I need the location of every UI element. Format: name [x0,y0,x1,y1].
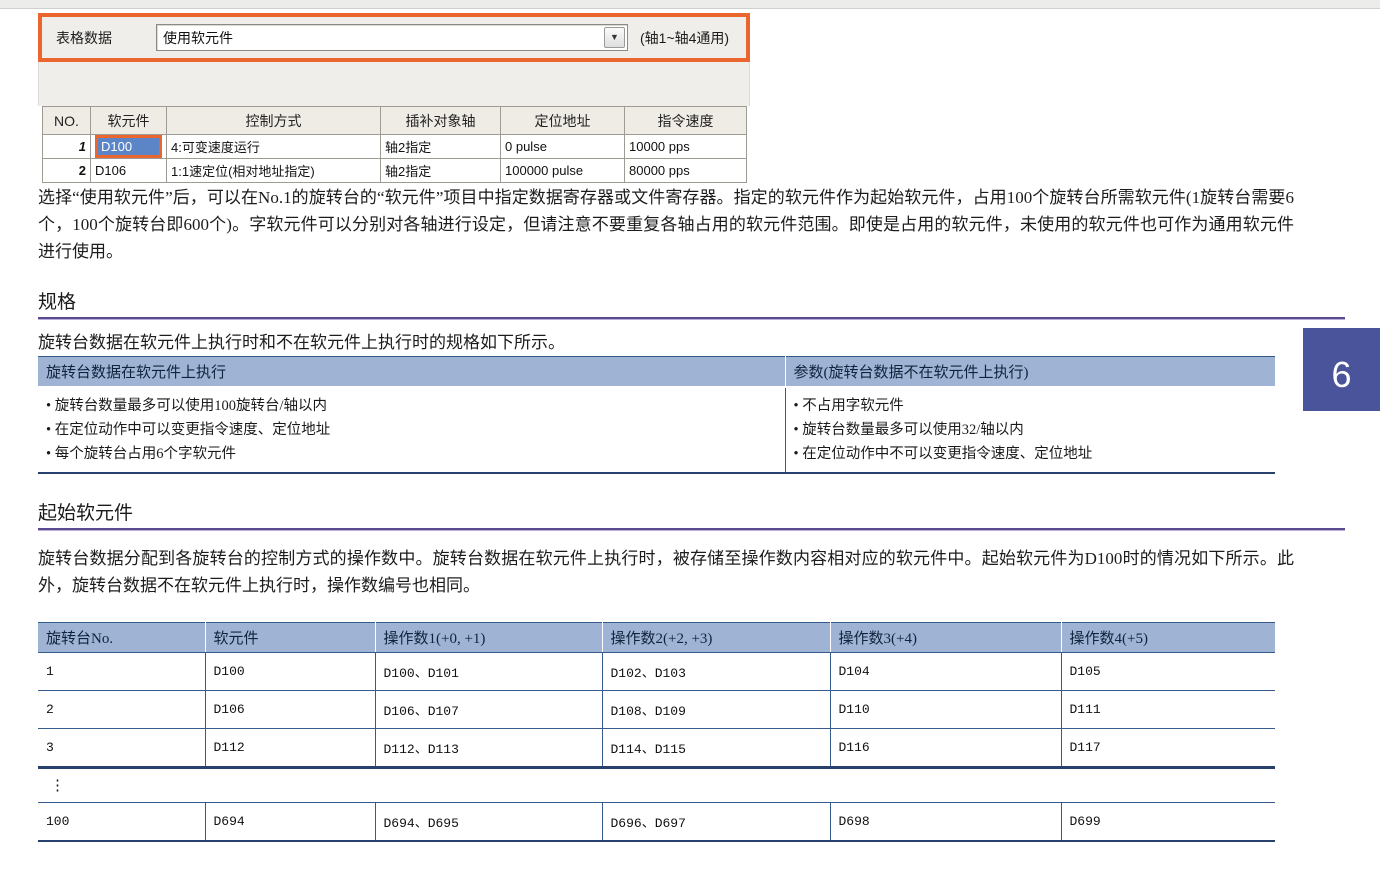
ellipsis: ⋮ [38,768,1275,803]
table-row: 3 D112 D112、D113 D114、D115 D116 D117 [38,729,1275,768]
cell: D112 [205,729,375,768]
dropdown-button[interactable]: ▼ [604,27,625,48]
col-operand3: 操作数3(+4) [830,623,1061,653]
table-row: 100 D694 D694、D695 D696、D697 D698 D699 [38,803,1275,842]
spec-left-cell: 旋转台数量最多可以使用100旋转台/轴以内 在定位动作中可以变更指令速度、定位地… [38,387,785,473]
row-number: 2 [43,159,91,183]
speed-cell: 80000 pps [625,159,747,183]
spec-left-item: 每个旋转台占用6个字软元件 [46,442,777,466]
spec-intro: 旋转台数据在软元件上执行时和不在软元件上执行时的规格如下所示。 [38,329,1294,356]
chapter-tab: 6 [1303,328,1380,411]
col-device: 软元件 [91,107,167,135]
device-cell-selected[interactable]: D100 [91,135,167,159]
row-number: 1 [43,135,91,159]
start-device-heading: 起始软元件 [38,498,133,525]
col-interp-axis: 插补对象轴 [381,107,501,135]
spec-comparison-table: 旋转台数据在软元件上执行 参数(旋转台数据不在软元件上执行) 旋转台数量最多可以… [38,356,1275,474]
ellipsis-row: ⋮ [38,768,1275,803]
spec-left-item: 旋转台数量最多可以使用100旋转台/轴以内 [46,394,777,418]
col-operand2: 操作数2(+2, +3) [602,623,830,653]
intro-paragraph: 选择“使用软元件”后，可以在No.1的旋转台的“软元件”项目中指定数据寄存器或文… [38,184,1294,265]
col-control: 控制方式 [167,107,381,135]
start-device-heading-rule [38,528,1345,531]
table-row: 2 D106 1:1速定位(相对地址指定) 轴2指定 100000 pulse … [43,159,747,183]
table-data-label: 表格数据 [56,28,112,48]
axis-range-note: (轴1~轴4通用) [640,28,729,48]
spec-heading-rule [38,317,1345,320]
spec-left-item: 在定位动作中可以变更指令速度、定位地址 [46,418,777,442]
cell: 2 [38,691,205,729]
cell: D694、D695 [375,803,602,842]
axis-cell: 轴2指定 [381,159,501,183]
cell: D696、D697 [602,803,830,842]
device-cell: D106 [91,159,167,183]
positioning-table: NO. 软元件 控制方式 插补对象轴 定位地址 指令速度 1 D100 4:可变… [42,106,747,183]
cell: D116 [830,729,1061,768]
col-speed: 指令速度 [625,107,747,135]
cell: D106 [205,691,375,729]
address-cell: 0 pulse [501,135,625,159]
cell: D104 [830,653,1061,691]
dropdown-selected-value: 使用软元件 [157,28,233,48]
device-table-header: 旋转台No. 软元件 操作数1(+0, +1) 操作数2(+2, +3) 操作数… [38,623,1275,653]
cell: D106、D107 [375,691,602,729]
spec-heading: 规格 [38,287,76,314]
highlight-box: 表格数据 使用软元件 ▼ (轴1~轴4通用) [38,13,750,62]
selected-cell-highlight: D100 [95,135,162,158]
table-row: 2 D106 D106、D107 D108、D109 D110 D111 [38,691,1275,729]
dialog-panel [38,62,750,106]
col-table-no: 旋转台No. [38,623,205,653]
cell: D102、D103 [602,653,830,691]
spec-right-item: 不占用字软元件 [794,394,1268,418]
cell: D100 [205,653,375,691]
device-assignment-table: 旋转台No. 软元件 操作数1(+0, +1) 操作数2(+2, +3) 操作数… [38,622,1275,842]
cell: D114、D115 [602,729,830,768]
chevron-down-icon: ▼ [610,33,619,42]
table-data-dropdown[interactable]: 使用软元件 ▼ [156,24,628,51]
col-operand1: 操作数1(+0, +1) [375,623,602,653]
spec-header-right: 参数(旋转台数据不在软元件上执行) [785,357,1275,388]
spec-table-body: 旋转台数量最多可以使用100旋转台/轴以内 在定位动作中可以变更指令速度、定位地… [38,387,1275,473]
cell: D694 [205,803,375,842]
axis-cell: 轴2指定 [381,135,501,159]
cell: D108、D109 [602,691,830,729]
speed-cell: 10000 pps [625,135,747,159]
spec-right-cell: 不占用字软元件 旋转台数量最多可以使用32/轴以内 在定位动作中不可以变更指令速… [785,387,1275,473]
col-no: NO. [43,107,91,135]
spec-right-item: 旋转台数量最多可以使用32/轴以内 [794,418,1268,442]
cell: 1 [38,653,205,691]
spec-header-left: 旋转台数据在软元件上执行 [38,357,785,388]
cell: D117 [1061,729,1275,768]
col-operand4: 操作数4(+5) [1061,623,1275,653]
control-cell: 1:1速定位(相对地址指定) [167,159,381,183]
table-row: 1 D100 D100、D101 D102、D103 D104 D105 [38,653,1275,691]
cell: D100、D101 [375,653,602,691]
window-top-strip [0,0,1380,9]
cell: 3 [38,729,205,768]
cell: D698 [830,803,1061,842]
cell: D699 [1061,803,1275,842]
col-device: 软元件 [205,623,375,653]
cell: 100 [38,803,205,842]
cell: D111 [1061,691,1275,729]
positioning-table-header: NO. 软元件 控制方式 插补对象轴 定位地址 指令速度 [43,107,747,135]
cell: D110 [830,691,1061,729]
cell: D112、D113 [375,729,602,768]
control-cell: 4:可变速度运行 [167,135,381,159]
spec-table-header: 旋转台数据在软元件上执行 参数(旋转台数据不在软元件上执行) [38,357,1275,388]
col-address: 定位地址 [501,107,625,135]
table-row: 1 D100 4:可变速度运行 轴2指定 0 pulse 10000 pps [43,135,747,159]
address-cell: 100000 pulse [501,159,625,183]
spec-right-item: 在定位动作中不可以变更指令速度、定位地址 [794,442,1268,466]
start-device-intro: 旋转台数据分配到各旋转台的控制方式的操作数中。旋转台数据在软元件上执行时，被存储… [38,545,1294,599]
cell: D105 [1061,653,1275,691]
